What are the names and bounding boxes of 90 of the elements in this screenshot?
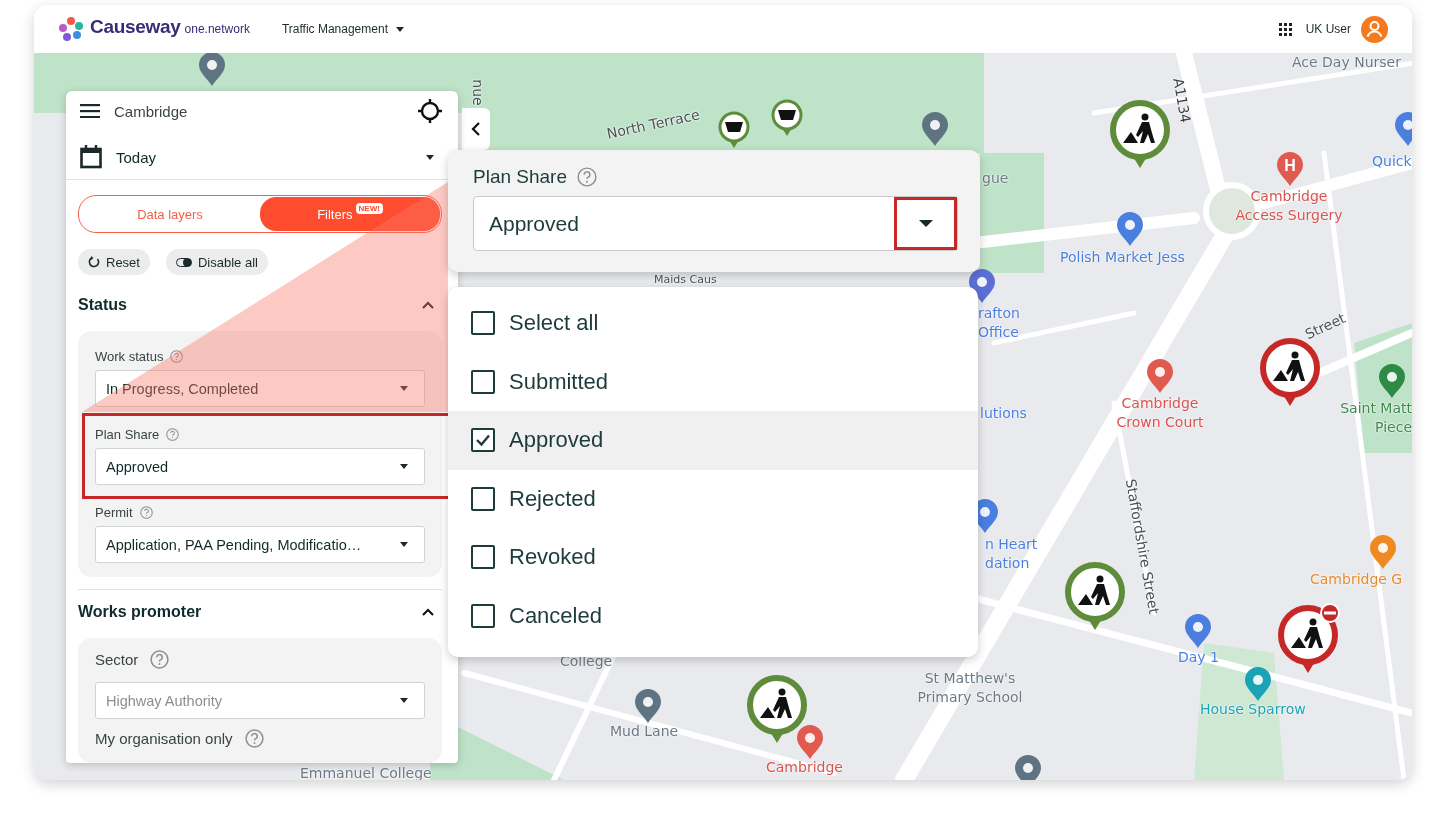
map-label: Day 1 xyxy=(1178,648,1219,667)
map-pin[interactable] xyxy=(1378,363,1406,399)
map-label: Quick xyxy=(1372,152,1412,171)
help-icon[interactable] xyxy=(244,728,264,748)
dropdown-option[interactable]: Canceled xyxy=(448,586,978,645)
logo-icon xyxy=(58,16,84,42)
map-label: nue xyxy=(468,79,487,106)
caret-icon xyxy=(400,542,408,547)
map-pin[interactable] xyxy=(1244,666,1272,702)
toggle-icon xyxy=(175,257,192,267)
map-label: Staffordshire Street xyxy=(1121,476,1164,618)
filter-select[interactable]: In Progress, Completed xyxy=(95,370,425,407)
help-icon[interactable] xyxy=(577,167,597,187)
caret-icon xyxy=(400,386,408,391)
calendar-icon xyxy=(80,145,102,169)
map-pin[interactable] xyxy=(796,724,824,760)
user-name[interactable]: UK User xyxy=(1305,22,1351,36)
map-pin[interactable] xyxy=(1014,754,1042,780)
map-label: St Matthew's Primary School xyxy=(916,669,1024,707)
action-chip[interactable]: Disable all xyxy=(165,249,268,275)
dropdown-option[interactable]: Select all xyxy=(448,294,978,353)
action-chip[interactable]: Reset xyxy=(78,249,150,275)
map-label: North Terrace xyxy=(605,105,702,144)
map-label: Cambridge Access Surgery xyxy=(1234,187,1344,225)
map-label: House Sparrow xyxy=(1200,700,1306,719)
module-menu[interactable]: Traffic Management xyxy=(281,22,404,36)
map-label: Cambridge xyxy=(766,758,843,777)
filter-select[interactable]: Approved xyxy=(95,448,425,485)
field-label: Sector xyxy=(95,650,139,668)
map-pin[interactable]: H xyxy=(1276,151,1304,187)
caret-icon xyxy=(396,26,404,32)
filter-select[interactable]: Application, PAA Pending, Modificatio… xyxy=(95,526,425,563)
checkbox[interactable] xyxy=(471,428,495,453)
map-label: rafton Office xyxy=(978,304,1020,342)
help-icon[interactable] xyxy=(150,649,170,669)
bowl-pin[interactable] xyxy=(717,110,751,150)
new-badge: NEW! xyxy=(355,203,383,214)
dropdown-option[interactable]: Submitted xyxy=(448,352,978,411)
help-icon[interactable] xyxy=(166,427,180,441)
brand-suffix: one.network xyxy=(184,22,250,36)
dropdown-toggle[interactable] xyxy=(894,197,957,250)
locate-icon[interactable] xyxy=(418,99,442,123)
map-label: gue xyxy=(982,169,1009,188)
field-label: My organisation only xyxy=(95,729,233,747)
map-pin[interactable] xyxy=(1146,358,1174,394)
checkbox[interactable] xyxy=(471,545,495,570)
location-name: Cambridge xyxy=(114,102,188,120)
collapse-panel-button[interactable] xyxy=(462,108,490,150)
apps-grid-icon[interactable] xyxy=(1278,22,1292,36)
checkbox[interactable] xyxy=(471,486,495,511)
field-label: Plan Share xyxy=(473,166,567,188)
field-label: Work status xyxy=(95,348,164,364)
dropdown-option[interactable]: Rejected xyxy=(448,469,978,528)
map-pin[interactable] xyxy=(1184,613,1212,649)
map-label: n Heart dation xyxy=(985,535,1038,573)
brand-name: Causeway xyxy=(90,16,181,38)
bowl-pin[interactable] xyxy=(770,98,804,138)
map-label: Ace Day Nurser xyxy=(1292,53,1401,72)
checkbox[interactable] xyxy=(471,369,495,394)
map-pin[interactable] xyxy=(1369,534,1397,570)
map-pin[interactable] xyxy=(921,111,949,147)
map-label: Mud Lane xyxy=(610,722,679,741)
map-label: Emmanuel College xyxy=(300,764,432,780)
caret-icon xyxy=(426,154,434,160)
date-select[interactable]: Today xyxy=(66,135,444,179)
map-label: Cambridge Crown Court xyxy=(1115,394,1205,432)
help-icon[interactable] xyxy=(139,505,153,519)
avatar-icon[interactable] xyxy=(1361,15,1388,43)
menu-icon[interactable] xyxy=(80,104,100,118)
map-label: Polish Market Jess xyxy=(1060,248,1185,267)
map-label: Cambridge G xyxy=(1310,570,1403,589)
dropdown-option[interactable]: Approved xyxy=(448,411,978,470)
chevron-left-icon xyxy=(471,122,481,136)
help-icon[interactable] xyxy=(170,349,184,363)
plan-share-select[interactable]: Approved xyxy=(473,196,958,251)
field-label: Permit xyxy=(95,504,133,520)
map-pin[interactable] xyxy=(198,53,226,87)
checkbox[interactable] xyxy=(471,311,495,336)
map-pin[interactable] xyxy=(1116,211,1144,247)
caret-icon xyxy=(400,464,408,469)
map-label: A1134 xyxy=(1169,76,1195,125)
caret-icon xyxy=(400,698,408,703)
checkbox[interactable] xyxy=(471,603,495,628)
map-label: Saint Matt Piece xyxy=(1339,399,1412,437)
dropdown-option[interactable]: Revoked xyxy=(448,528,978,587)
map-label: lutions xyxy=(980,404,1027,423)
map-label: Maids Caus xyxy=(654,273,717,286)
field-label: Plan Share xyxy=(95,426,160,442)
map-pin[interactable] xyxy=(634,688,662,724)
refresh-icon xyxy=(88,256,100,268)
